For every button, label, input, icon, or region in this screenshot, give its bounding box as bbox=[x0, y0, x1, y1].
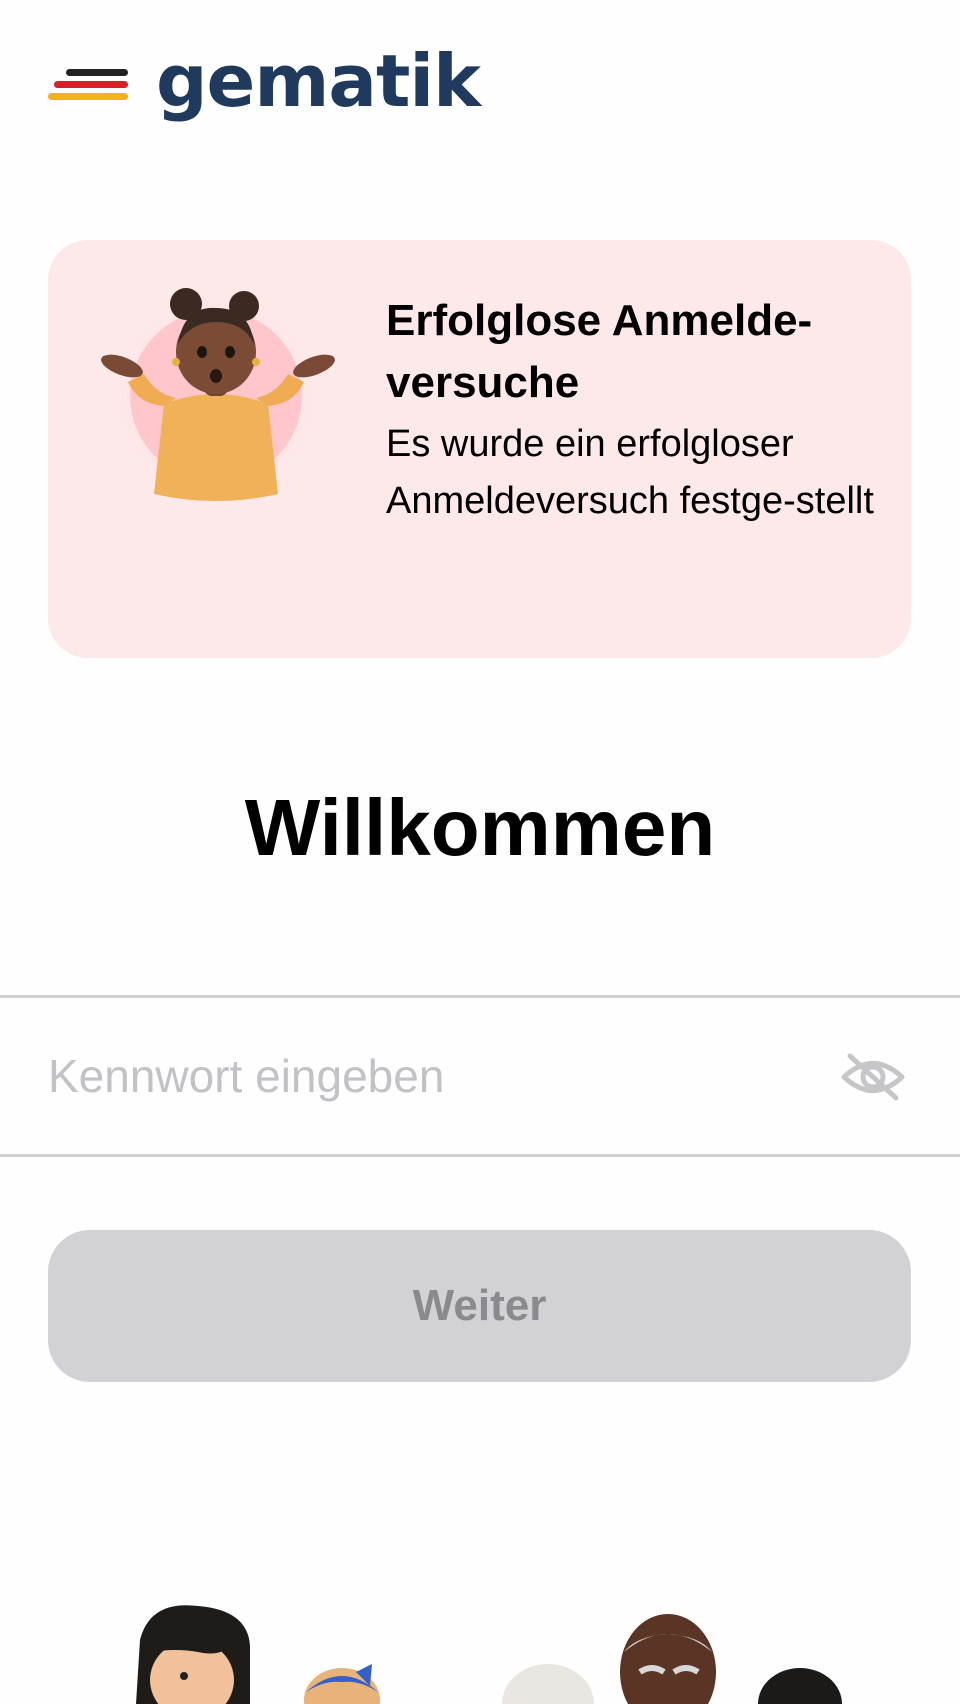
page-title: Willkommen bbox=[244, 783, 716, 872]
eye-slash-icon[interactable] bbox=[840, 1052, 906, 1102]
brand-name: gematik bbox=[156, 39, 481, 123]
next-button[interactable]: Weiter bbox=[48, 1230, 911, 1382]
alert-message: Es wurde ein erfolgloser Anmeldeversuch … bbox=[386, 423, 874, 522]
failed-login-alert: Erfolglose Anmelde-versuche Es wurde ein… bbox=[48, 240, 911, 658]
shrugging-person-illustration bbox=[101, 288, 335, 506]
people-illustration bbox=[136, 1605, 842, 1704]
alert-title: Erfolglose Anmelde-versuche bbox=[386, 296, 813, 407]
password-input[interactable] bbox=[48, 1034, 798, 1118]
gematik-logo: gematik bbox=[48, 39, 481, 124]
password-field bbox=[0, 995, 960, 1157]
flag-icon bbox=[48, 64, 128, 104]
